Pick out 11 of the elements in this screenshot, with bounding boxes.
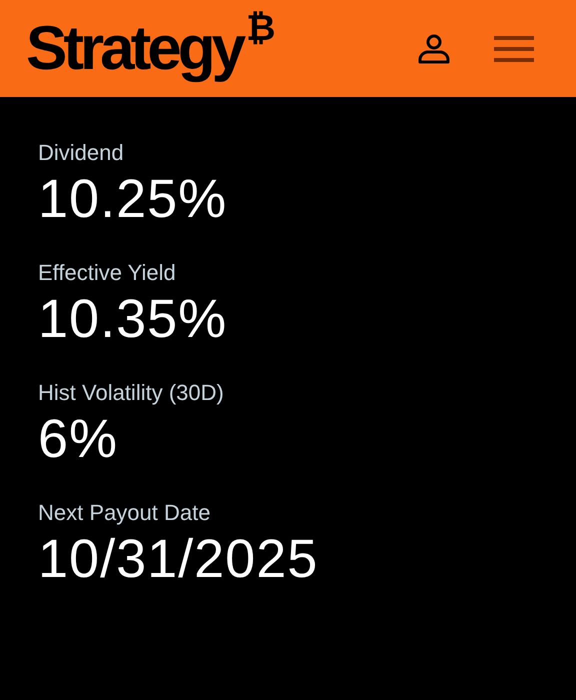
menu-icon[interactable]	[494, 36, 534, 62]
stat-label: Next Payout Date	[38, 499, 210, 527]
stat-label: Hist Volatility (30D)	[38, 379, 224, 407]
user-icon[interactable]	[418, 34, 450, 64]
stat-value: 10.35%	[38, 288, 228, 351]
stat-value: 10/31/2025	[38, 528, 318, 591]
stat-label: Dividend	[38, 139, 124, 167]
bitcoin-symbol: ₿	[246, 10, 276, 46]
stat-value: 6%	[38, 408, 118, 471]
stat-value: 10.25%	[38, 168, 228, 231]
stat-label: Effective Yield	[38, 259, 176, 287]
